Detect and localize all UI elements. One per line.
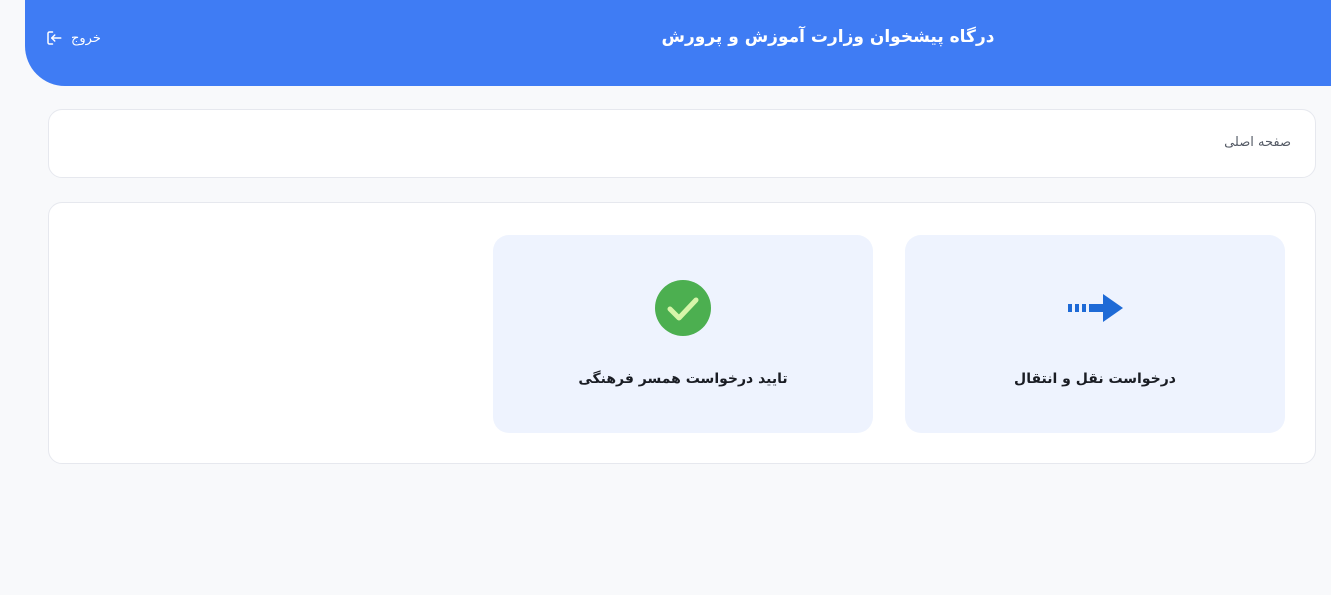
page-title: درگاه پیشخوان وزارت آموزش و پرورش [661, 27, 995, 47]
top-header: درگاه پیشخوان وزارت آموزش و پرورش خروج [25, 0, 1331, 86]
breadcrumb-home[interactable]: صفحه اصلی [1224, 135, 1291, 150]
tile-label: تایید درخواست همسر فرهنگی [578, 371, 788, 387]
logout-icon [47, 31, 62, 45]
tile-spouse-approval[interactable]: تایید درخواست همسر فرهنگی [493, 235, 873, 433]
logout-button[interactable]: خروج [45, 29, 101, 47]
logout-label: خروج [71, 30, 101, 46]
tile-label: درخواست نقل و انتقال [1014, 371, 1176, 387]
arrow-right-icon [1068, 294, 1123, 322]
check-circle-icon [655, 280, 711, 336]
services-panel: درخواست نقل و انتقال تایید درخواست همسر … [48, 202, 1316, 464]
tile-transfer-request[interactable]: درخواست نقل و انتقال [905, 235, 1285, 433]
breadcrumb: صفحه اصلی [48, 109, 1316, 178]
